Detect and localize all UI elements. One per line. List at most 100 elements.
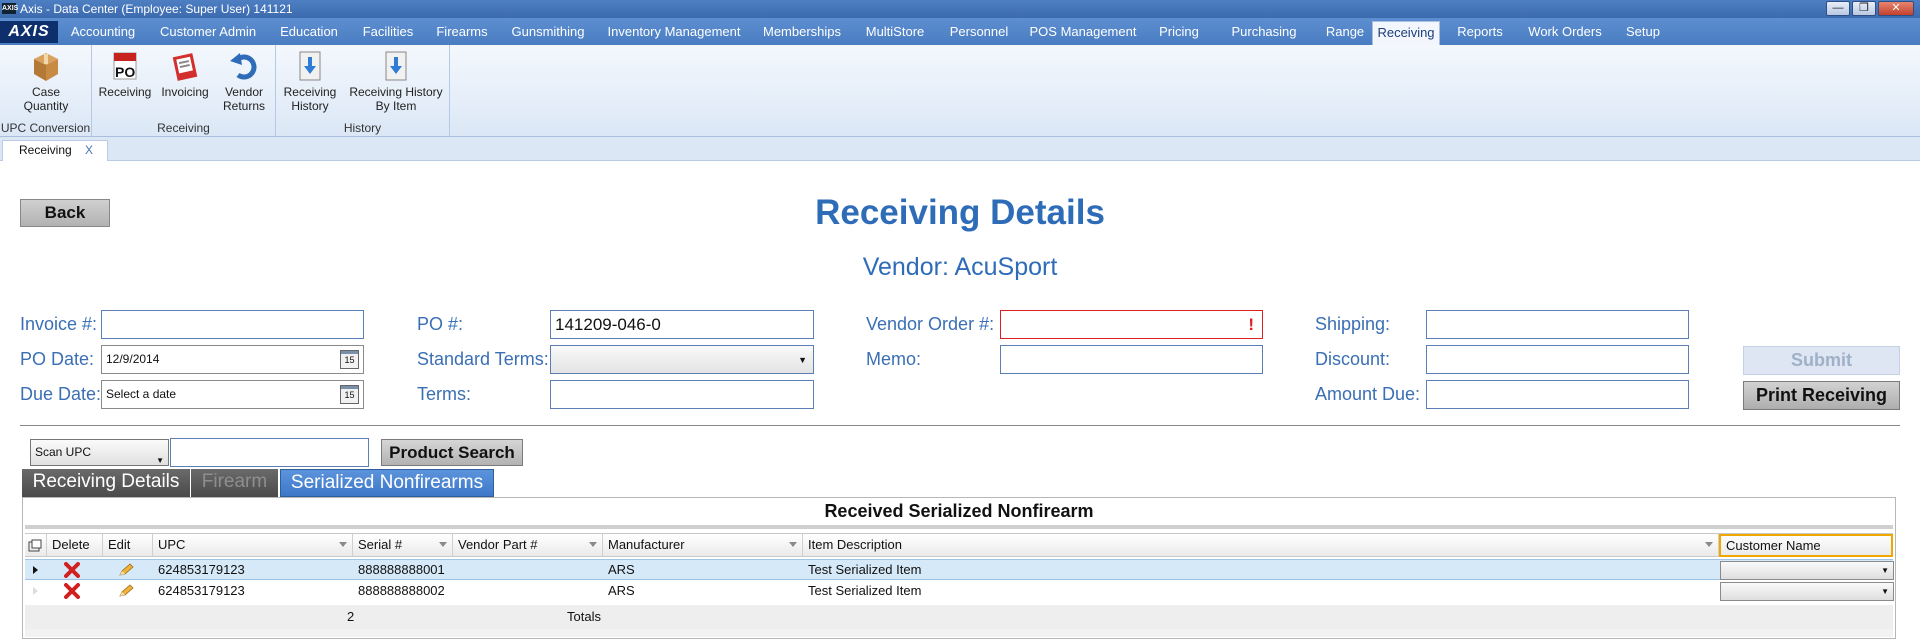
po-date-picker[interactable]: 12/9/2014 15 [101, 345, 364, 374]
manufacturer-cell: ARS [608, 583, 635, 598]
po-date-value: 12/9/2014 [106, 352, 160, 366]
po-number-label: PO #: [417, 314, 464, 334]
invoicing-button[interactable]: Invoicing [156, 49, 214, 99]
maximize-button[interactable]: ❐ [1852, 1, 1876, 16]
menu-tab-multistore[interactable]: MultiStore [858, 21, 932, 45]
scan-upc-input[interactable] [170, 438, 369, 467]
table-row[interactable]: 624853179123 888888888001 ARS Test Seria… [25, 559, 1894, 580]
menu-tab-personnel[interactable]: Personnel [944, 21, 1014, 45]
tab-serialized-nonfirearms[interactable]: Serialized Nonfirearms [280, 469, 494, 497]
receiving-history-button[interactable]: Receiving History [280, 49, 340, 113]
column-header-vendor-part-label: Vendor Part # [458, 537, 538, 552]
receiving-button-label: Receiving [98, 85, 152, 99]
group-label-history: History [343, 121, 382, 135]
menu-tab-facilities[interactable]: Facilities [356, 21, 420, 45]
calendar-icon[interactable]: 15 [340, 350, 359, 369]
standard-terms-dropdown[interactable]: ▼ [550, 345, 814, 374]
table-row[interactable]: 624853179123 888888888002 ARS Test Seria… [25, 581, 1894, 602]
column-header-delete: Delete [47, 534, 103, 557]
memo-field[interactable] [1000, 345, 1263, 374]
menu-tab-range[interactable]: Range [1318, 21, 1372, 45]
product-search-button[interactable]: Product Search [381, 439, 523, 466]
item-description-cell: Test Serialized Item [808, 562, 922, 577]
delete-x-icon[interactable] [63, 562, 81, 578]
menu-tab-reports[interactable]: Reports [1450, 21, 1510, 45]
chevron-down-icon: ▼ [798, 355, 807, 365]
po-icon: PO [109, 49, 141, 83]
print-receiving-button[interactable]: Print Receiving [1743, 381, 1900, 410]
column-header-item-description[interactable]: Item Description [803, 534, 1719, 557]
filter-icon[interactable] [1705, 542, 1714, 550]
pencil-icon[interactable] [117, 583, 135, 599]
app-icon: AXIS [2, 3, 19, 14]
main-menu-bar: AXIS Accounting Customer Admin Education… [0, 18, 1920, 45]
menu-tab-inventory-management[interactable]: Inventory Management [604, 21, 744, 45]
delete-x-icon[interactable] [63, 583, 81, 599]
tab-firearm[interactable]: Firearm [191, 469, 278, 497]
filter-icon[interactable] [589, 542, 598, 550]
po-number-field[interactable]: 141209-046-0 [550, 310, 814, 339]
case-quantity-label: Case Quantity [23, 85, 69, 113]
close-window-button[interactable]: ✕ [1878, 1, 1914, 16]
title-bar: AXIS Axis - Data Center (Employee: Super… [0, 0, 1920, 18]
menu-tab-purchasing[interactable]: Purchasing [1220, 21, 1308, 45]
column-header-manufacturer-label: Manufacturer [608, 537, 685, 552]
return-arrow-icon [228, 49, 260, 83]
menu-tab-memberships[interactable]: Memberships [756, 21, 848, 45]
filter-icon[interactable] [339, 542, 348, 550]
column-header-upc-label: UPC [158, 537, 186, 552]
receiving-history-label: Receiving History [283, 85, 337, 113]
menu-tab-pos-management[interactable]: POS Management [1028, 21, 1138, 45]
amount-due-field[interactable] [1426, 380, 1689, 409]
menu-tab-receiving[interactable]: Receiving [1372, 21, 1440, 45]
download-doc-icon [294, 49, 326, 83]
shipping-field[interactable] [1426, 310, 1689, 339]
terms-field[interactable] [550, 380, 814, 409]
customer-name-dropdown[interactable]: ▼ [1720, 561, 1894, 580]
error-icon: ! [1248, 315, 1254, 334]
menu-tab-gunsmithing[interactable]: Gunsmithing [504, 21, 592, 45]
column-header-serial[interactable]: Serial # [353, 534, 453, 557]
column-header-vendor-part[interactable]: Vendor Part # [453, 534, 603, 557]
horizontal-scrollbar[interactable] [25, 629, 1893, 637]
scan-mode-dropdown[interactable]: Scan UPC ▼ [30, 439, 169, 466]
doc-tab-receiving[interactable]: Receiving X [2, 140, 108, 161]
vendor-returns-button[interactable]: Vendor Returns [216, 49, 272, 113]
submit-button[interactable]: Submit [1743, 346, 1900, 375]
item-description-cell: Test Serialized Item [808, 583, 922, 598]
receiving-button[interactable]: PO Receiving [96, 49, 154, 99]
menu-tab-setup[interactable]: Setup [1618, 21, 1668, 45]
due-date-picker[interactable]: Select a date 15 [101, 380, 364, 409]
menu-tab-education[interactable]: Education [272, 21, 346, 45]
menu-tab-work-orders[interactable]: Work Orders [1520, 21, 1610, 45]
column-header-customer-name[interactable]: Customer Name [1719, 534, 1893, 557]
column-chooser-icon[interactable] [25, 534, 47, 557]
filter-icon[interactable] [789, 542, 798, 550]
menu-tab-firearms[interactable]: Firearms [430, 21, 494, 45]
calendar-icon[interactable]: 15 [340, 385, 359, 404]
pencil-icon[interactable] [117, 562, 135, 578]
minimize-button[interactable]: — [1826, 1, 1850, 16]
grid-group-panel [25, 525, 1893, 529]
group-label-receiving: Receiving [157, 121, 210, 135]
receiving-history-by-item-button[interactable]: Receiving History By Item [346, 49, 446, 113]
menu-tab-customer-admin[interactable]: Customer Admin [152, 21, 264, 45]
discount-field[interactable] [1426, 345, 1689, 374]
upc-cell: 624853179123 [158, 583, 245, 598]
svg-text:PO: PO [115, 64, 135, 80]
invoice-field[interactable] [101, 310, 364, 339]
menu-tab-pricing[interactable]: Pricing [1150, 21, 1208, 45]
ribbon-group-upc-conversion: Case Quantity UPC Conversion [0, 45, 92, 137]
close-tab-icon[interactable]: X [85, 141, 93, 160]
manufacturer-cell: ARS [608, 562, 635, 577]
totals-row: 2 Totals [25, 605, 1893, 629]
column-header-manufacturer[interactable]: Manufacturer [603, 534, 803, 557]
filter-icon[interactable] [439, 542, 448, 550]
divider [20, 425, 1900, 426]
vendor-order-field[interactable]: ! [1000, 310, 1263, 339]
case-quantity-button[interactable]: Case Quantity [4, 49, 88, 113]
tab-receiving-details[interactable]: Receiving Details [22, 469, 190, 497]
customer-name-dropdown[interactable]: ▼ [1720, 582, 1894, 601]
menu-tab-accounting[interactable]: Accounting [60, 21, 146, 45]
column-header-upc[interactable]: UPC [153, 534, 353, 557]
